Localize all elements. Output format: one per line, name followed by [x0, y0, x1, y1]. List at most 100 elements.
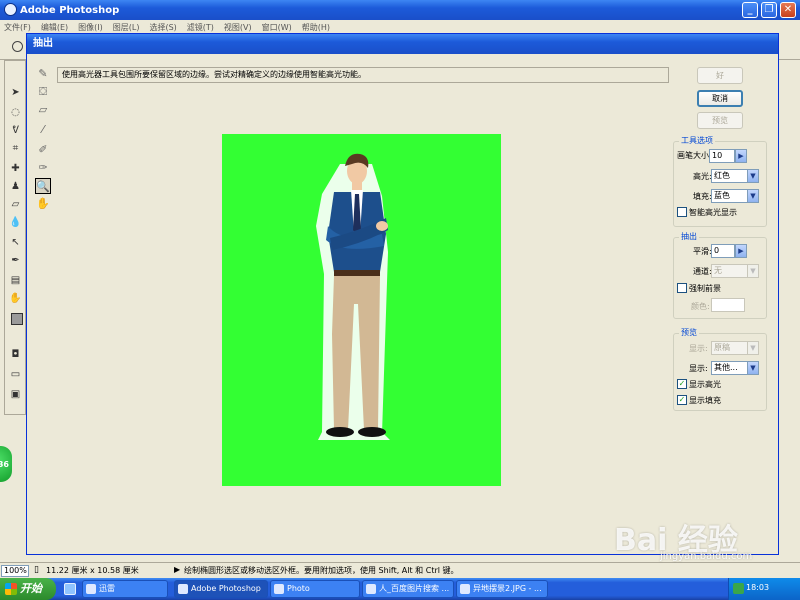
- minimize-button[interactable]: _: [742, 2, 758, 18]
- edge-touchup-tool-icon[interactable]: ✑: [35, 160, 51, 176]
- smart-highlight-label: 智能高光显示: [689, 208, 737, 217]
- menu-filter[interactable]: 滤镜(T): [187, 22, 214, 33]
- show-highlight-checkbox[interactable]: ✓: [677, 379, 687, 389]
- eraser-tool-icon[interactable]: ▱: [35, 102, 51, 118]
- zoom-tool-icon[interactable]: 🔍: [35, 178, 51, 194]
- tray-app-icon[interactable]: [733, 583, 744, 594]
- channel-select[interactable]: 无: [711, 264, 749, 278]
- brush-size-arrow-icon[interactable]: ▶: [735, 149, 747, 163]
- fill-label: 填充:: [693, 192, 712, 201]
- fill-tool-icon[interactable]: ⛋: [35, 84, 51, 100]
- photoshop-icon: [178, 584, 188, 594]
- task-baidu-image-search[interactable]: 人_百度图片搜索 ...: [362, 580, 454, 598]
- start-button[interactable]: 开始: [0, 578, 56, 600]
- eyedropper-tool-icon[interactable]: ⁄: [35, 122, 51, 138]
- foreground-color-swatch[interactable]: [11, 313, 23, 325]
- quicklaunch-ie-icon[interactable]: [64, 583, 76, 595]
- show-fill-label: 显示填充: [689, 396, 721, 405]
- menu-bar: 文件(F) 编辑(E) 图像(I) 图层(L) 选择(S) 滤镜(T) 视图(V…: [0, 20, 800, 34]
- smooth-arrow-icon[interactable]: ▶: [735, 244, 747, 258]
- highlight-select[interactable]: 红色: [711, 169, 749, 183]
- photoshop-titlebar: Adobe Photoshop _ ❐ ✕: [0, 0, 800, 20]
- hand-tool-icon[interactable]: ✋: [35, 196, 51, 212]
- smooth-input[interactable]: 0: [711, 244, 735, 258]
- status-arrow-icon[interactable]: ▶: [174, 565, 180, 574]
- cleanup-tool-icon[interactable]: ✐: [35, 142, 51, 158]
- fill-dropdown-icon[interactable]: ▼: [747, 189, 759, 203]
- show-fill-checkbox[interactable]: ✓: [677, 395, 687, 405]
- document-icon: ▯: [34, 565, 39, 575]
- pen-tool-icon[interactable]: ✒: [9, 255, 22, 267]
- preview-area[interactable]: [57, 88, 669, 488]
- menu-help[interactable]: 帮助(H): [302, 22, 330, 33]
- menu-edit[interactable]: 编辑(E): [41, 22, 68, 33]
- highlight-dropdown-icon[interactable]: ▼: [747, 169, 759, 183]
- show-label: 显示:: [689, 344, 708, 353]
- browser-icon: [366, 584, 376, 594]
- jump-to-imageready-icon[interactable]: ▣: [9, 389, 22, 401]
- marquee-tool-icon[interactable]: ◌: [9, 107, 22, 119]
- task-photo-folder[interactable]: Photo: [270, 580, 360, 598]
- brush-size-input[interactable]: 10: [709, 149, 735, 163]
- extract-tools: ✎ ⛋ ▱ ⁄ ✐ ✑ 🔍 ✋: [31, 64, 53, 214]
- smart-highlight-checkbox[interactable]: [677, 207, 687, 217]
- notes-tool-icon[interactable]: ▤: [9, 275, 22, 287]
- right-panels: [776, 60, 800, 550]
- floating-timer-badge[interactable]: 36: [0, 446, 12, 482]
- eraser-tool-icon[interactable]: ▱: [9, 199, 22, 211]
- hint-text: 使用高光器工具包围所要保留区域的边缘。尝试对精确定义的边缘使用智能高光功能。: [57, 67, 669, 83]
- menu-select[interactable]: 选择(S): [149, 22, 176, 33]
- restore-button[interactable]: ❐: [761, 2, 777, 18]
- show-select[interactable]: 原稿: [711, 341, 749, 355]
- task-photoshop[interactable]: Adobe Photoshop: [174, 580, 268, 598]
- watermark-url: jingyan.baidu.com: [660, 551, 753, 562]
- menu-file[interactable]: 文件(F): [4, 22, 31, 33]
- status-tip: 绘制椭圆形选区或移动选区外框。要用附加选项，使用 Shift, Alt 和 Ct…: [184, 566, 459, 575]
- force-color-swatch[interactable]: [711, 298, 745, 312]
- photoshop-app-icon: [4, 3, 17, 16]
- edge-highlighter-tool-icon[interactable]: ✎: [35, 66, 51, 82]
- heal-tool-icon[interactable]: ✚: [9, 163, 22, 175]
- force-foreground-checkbox[interactable]: [677, 283, 687, 293]
- stamp-tool-icon[interactable]: ♟: [9, 181, 22, 193]
- smooth-label: 平滑:: [693, 247, 712, 256]
- show-dropdown-icon[interactable]: ▼: [747, 341, 759, 355]
- cancel-button[interactable]: 取消: [697, 90, 743, 107]
- force-foreground-label: 强制前景: [689, 284, 721, 293]
- screen-mode-icon[interactable]: ▭: [9, 369, 22, 381]
- show-highlight-label: 显示高光: [689, 380, 721, 389]
- lasso-tool-icon[interactable]: ᕓ: [9, 125, 22, 137]
- dialog-title: 抽出: [27, 34, 778, 54]
- crop-tool-icon[interactable]: ⌗: [9, 143, 22, 155]
- image-canvas[interactable]: [222, 134, 501, 486]
- taskbar: 开始 迅雷 Adobe Photoshop Photo 人_百度图片搜索 ...…: [0, 578, 800, 600]
- windows-flag-icon: [5, 583, 17, 595]
- fill-select[interactable]: 蓝色: [711, 189, 749, 203]
- path-select-tool-icon[interactable]: ↖: [9, 237, 22, 249]
- menu-view[interactable]: 视图(V): [224, 22, 252, 33]
- close-button[interactable]: ✕: [780, 2, 796, 18]
- task-thunder[interactable]: 迅雷: [82, 580, 168, 598]
- preview-group-label: 预览: [679, 327, 699, 338]
- ok-button[interactable]: 好: [697, 67, 743, 84]
- menu-image[interactable]: 图像(I): [78, 22, 103, 33]
- preview-button[interactable]: 预览: [697, 112, 743, 129]
- zoom-input[interactable]: 100%: [1, 565, 29, 577]
- extract-dialog: 抽出 ✎ ⛋ ▱ ⁄ ✐ ✑ 🔍 ✋ 使用高光器工具包围所要保留区域的边缘。尝试…: [26, 33, 779, 555]
- hand-tool-icon[interactable]: ✋: [9, 293, 22, 305]
- display-dropdown-icon[interactable]: ▼: [747, 361, 759, 375]
- move-tool-icon[interactable]: ➤: [9, 87, 22, 99]
- highlight-label: 高光:: [693, 172, 712, 181]
- quick-mask-icon[interactable]: ◘: [9, 349, 22, 361]
- blur-tool-icon[interactable]: 💧: [9, 217, 22, 229]
- elliptical-marquee-icon[interactable]: [12, 41, 23, 52]
- task-image-viewer[interactable]: 异地摆景2.JPG - ...: [456, 580, 548, 598]
- channel-dropdown-icon[interactable]: ▼: [747, 264, 759, 278]
- status-bar: 100% ▯ 11.22 厘米 x 10.58 厘米 ▶ 绘制椭圆形选区或移动选…: [0, 562, 800, 578]
- display-select[interactable]: 其他...: [711, 361, 749, 375]
- menu-window[interactable]: 窗口(W): [262, 22, 292, 33]
- menu-layer[interactable]: 图层(L): [113, 22, 140, 33]
- tool-options-label: 工具选项: [679, 135, 715, 146]
- thunder-icon: [86, 584, 96, 594]
- color-label: 颜色:: [691, 302, 710, 311]
